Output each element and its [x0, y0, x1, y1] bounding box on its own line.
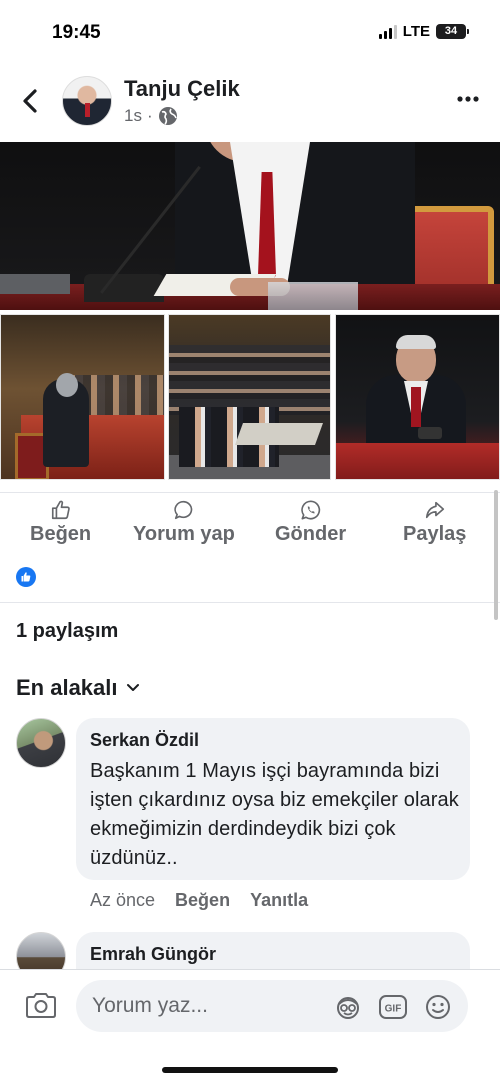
status-indicators: LTE 34 — [378, 23, 469, 40]
signal-icon — [378, 24, 397, 39]
share-button[interactable]: Paylaş — [403, 499, 466, 546]
send-button[interactable]: Gönder — [275, 499, 346, 546]
comment-bubble[interactable]: Serkan Özdil Başkanım 1 Mayıs işçi bayra… — [76, 718, 470, 880]
emoji-icon[interactable] — [424, 993, 452, 1021]
photo-mic — [418, 427, 442, 439]
comment-label: Yorum yap — [133, 523, 235, 545]
commenter-name[interactable]: Emrah Güngör — [90, 944, 456, 965]
photo-head — [56, 373, 78, 397]
sort-label: En alakalı — [16, 675, 118, 700]
commenter-avatar[interactable] — [16, 718, 66, 768]
photo-desk — [336, 443, 499, 479]
post-photo-4[interactable] — [335, 314, 500, 480]
like-reaction-icon — [16, 567, 36, 587]
home-indicator[interactable] — [162, 1067, 338, 1073]
post-photo-3[interactable] — [168, 314, 331, 480]
comment-input[interactable]: Yorum yaz... GIF — [76, 980, 468, 1032]
post-photo-2[interactable] — [0, 314, 165, 480]
comment-icon — [174, 500, 193, 520]
globe-icon — [158, 107, 177, 125]
svg-text:GIF: GIF — [385, 1004, 402, 1015]
comment-reply-button[interactable]: Yanıtla — [250, 890, 308, 911]
commenter-name[interactable]: Serkan Özdil — [90, 730, 456, 751]
photo-audience — [169, 345, 330, 415]
avatar-sticker-icon[interactable] — [334, 993, 362, 1021]
photo-glass — [268, 282, 358, 310]
comment-input-placeholder: Yorum yaz... — [92, 994, 208, 1017]
author-avatar[interactable] — [62, 76, 112, 126]
like-icon — [51, 500, 70, 520]
comment-composer: Yorum yaz... GIF — [0, 969, 500, 1083]
author-name[interactable]: Tanju Çelik — [124, 76, 240, 102]
battery-level: 34 — [444, 25, 458, 37]
post-actions: Beğen Yorum yap Gönder Paylaş — [0, 492, 500, 548]
chevron-down-icon — [126, 684, 139, 691]
share-icon — [425, 501, 444, 519]
reactions-summary[interactable] — [16, 567, 36, 587]
scrollbar[interactable] — [494, 490, 498, 620]
comment-actions: Az önce Beğen Yanıtla — [90, 890, 308, 911]
comment-time: Az önce — [90, 890, 156, 910]
send-label: Gönder — [275, 523, 347, 545]
share-count[interactable]: 1 paylaşım — [16, 620, 118, 643]
status-bar: 19:45 LTE 34 — [0, 0, 500, 66]
gif-icon[interactable]: GIF — [378, 993, 408, 1021]
comment-like-button[interactable]: Beğen — [175, 890, 230, 911]
comment-sort-dropdown[interactable]: En alakalı — [16, 675, 140, 701]
photo-hair — [396, 335, 436, 349]
post-photo-grid — [0, 314, 500, 482]
share-label: Paylaş — [403, 523, 467, 545]
divider — [0, 602, 500, 603]
comment-button[interactable]: Yorum yap — [133, 499, 235, 546]
network-type: LTE — [402, 23, 430, 40]
like-label: Beğen — [30, 523, 92, 545]
like-button[interactable]: Beğen — [30, 499, 91, 546]
whatsapp-icon — [300, 500, 320, 520]
comment-text: Başkanım 1 Mayıs işçi bayramında bizi iş… — [90, 760, 459, 869]
post-header: Tanju Çelik 1s · — [0, 66, 500, 142]
photo-tie — [411, 387, 421, 427]
battery-icon: 34 — [436, 24, 469, 39]
post-meta: 1s · — [124, 106, 178, 126]
post-photo-main[interactable] — [0, 142, 500, 310]
status-time: 19:45 — [52, 22, 101, 43]
post-time[interactable]: 1s — [124, 106, 142, 126]
back-icon[interactable] — [18, 86, 44, 116]
camera-icon[interactable] — [24, 990, 58, 1020]
meta-separator: · — [146, 106, 153, 125]
photo-stand — [0, 274, 70, 294]
photo-mic-base — [84, 274, 164, 302]
photo-desk — [234, 423, 324, 445]
more-icon[interactable] — [456, 94, 480, 104]
